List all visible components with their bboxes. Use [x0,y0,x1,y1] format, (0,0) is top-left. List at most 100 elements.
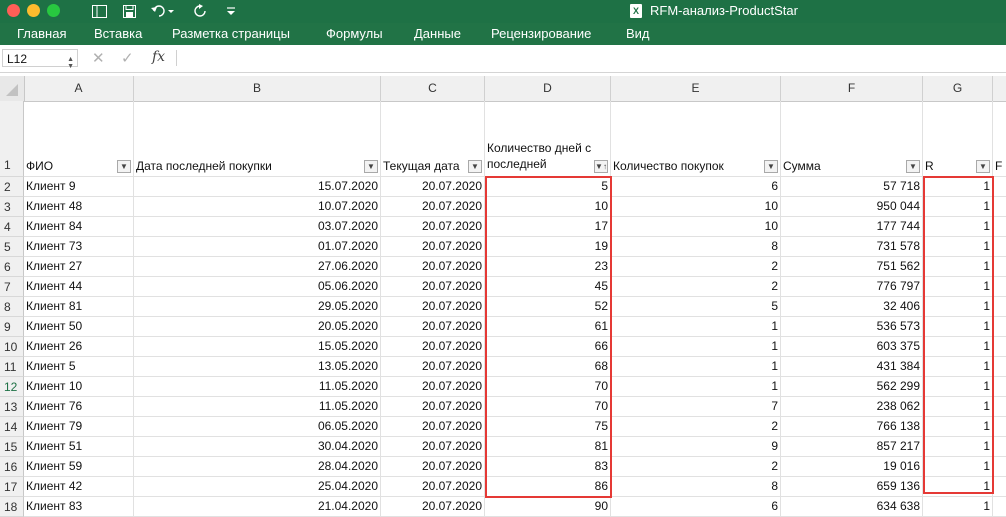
cell-last-purchase-date[interactable]: 21.04.2020 [134,497,381,517]
tab-insert[interactable]: Вставка [94,26,142,41]
column-header-g[interactable]: G [923,76,993,101]
cell-r[interactable]: 1 [923,477,993,497]
filter-dropdown-icon[interactable]: ▼ [364,160,378,173]
cell-sum[interactable]: 857 217 [781,437,923,457]
cell-f[interactable] [993,317,1006,337]
cell-fio[interactable]: Клиент 10 [24,377,134,397]
cell-fio[interactable]: Клиент 79 [24,417,134,437]
cell-f[interactable] [993,257,1006,277]
cell-f[interactable] [993,217,1006,237]
filter-dropdown-icon[interactable]: ▼ [117,160,131,173]
cell-r[interactable]: 1 [923,397,993,417]
cell-r[interactable]: 1 [923,357,993,377]
filter-dropdown-icon[interactable]: ▼ [906,160,920,173]
cell-fio[interactable]: Клиент 83 [24,497,134,517]
cell-purchase-count[interactable]: 10 [611,217,781,237]
cell-last-purchase-date[interactable]: 11.05.2020 [134,377,381,397]
save-icon[interactable] [120,2,138,20]
cell-fio[interactable]: Клиент 48 [24,197,134,217]
row-header-9[interactable]: 9 [0,317,24,337]
header-cell-fio[interactable]: ФИО ▼ [24,101,134,177]
cell-current-date[interactable]: 20.07.2020 [381,397,485,417]
cell-sum[interactable]: 562 299 [781,377,923,397]
row-header-8[interactable]: 8 [0,297,24,317]
enter-icon[interactable]: ✓ [121,49,134,67]
cell-fio[interactable]: Клиент 9 [24,177,134,197]
sort-filter-icon[interactable]: ▼↑ [594,160,608,173]
cell-r[interactable]: 1 [923,277,993,297]
cell-days-since-purchase[interactable]: 5 [485,177,611,197]
cell-f[interactable] [993,297,1006,317]
cell-purchase-count[interactable]: 2 [611,457,781,477]
cell-last-purchase-date[interactable]: 11.05.2020 [134,397,381,417]
cell-r[interactable]: 1 [923,257,993,277]
cell-days-since-purchase[interactable]: 52 [485,297,611,317]
cell-fio[interactable]: Клиент 84 [24,217,134,237]
sidebar-icon[interactable] [90,2,108,20]
tab-review[interactable]: Рецензирование [491,26,591,41]
row-header-12[interactable]: 12 [0,377,24,397]
cell-sum[interactable]: 731 578 [781,237,923,257]
row-header-18[interactable]: 18 [0,497,24,517]
cell-days-since-purchase[interactable]: 66 [485,337,611,357]
cell-r[interactable]: 1 [923,297,993,317]
column-header-h[interactable] [993,76,1006,101]
cell-sum[interactable]: 634 638 [781,497,923,517]
cell-r[interactable]: 1 [923,437,993,457]
cell-last-purchase-date[interactable]: 01.07.2020 [134,237,381,257]
cell-purchase-count[interactable]: 1 [611,377,781,397]
cell-purchase-count[interactable]: 10 [611,197,781,217]
column-header-c[interactable]: C [381,76,485,101]
cell-days-since-purchase[interactable]: 10 [485,197,611,217]
cell-fio[interactable]: Клиент 51 [24,437,134,457]
cell-f[interactable] [993,497,1006,517]
column-header-d[interactable]: D [485,76,611,101]
close-window-button[interactable] [7,4,20,17]
name-box[interactable]: L12 ▲ ▼ [2,49,78,70]
redo-icon[interactable] [192,2,210,20]
cell-sum[interactable]: 536 573 [781,317,923,337]
header-cell-last-purchase-date[interactable]: Дата последней покупки ▼ [134,101,381,177]
header-cell-current-date[interactable]: Текущая дата ▼ [381,101,485,177]
cell-purchase-count[interactable]: 1 [611,317,781,337]
cell-last-purchase-date[interactable]: 20.05.2020 [134,317,381,337]
cell-sum[interactable]: 238 062 [781,397,923,417]
tab-page-layout[interactable]: Разметка страницы [172,26,290,41]
cell-fio[interactable]: Клиент 73 [24,237,134,257]
cell-last-purchase-date[interactable]: 06.05.2020 [134,417,381,437]
tab-data[interactable]: Данные [414,26,461,41]
cell-sum[interactable]: 603 375 [781,337,923,357]
cell-fio[interactable]: Клиент 81 [24,297,134,317]
customize-toolbar-icon[interactable] [224,2,238,20]
formula-input[interactable] [182,49,1002,67]
cell-f[interactable] [993,437,1006,457]
cell-purchase-count[interactable]: 9 [611,437,781,457]
filter-dropdown-icon[interactable]: ▼ [976,160,990,173]
cell-sum[interactable]: 751 562 [781,257,923,277]
row-header-3[interactable]: 3 [0,197,24,217]
cell-sum[interactable]: 659 136 [781,477,923,497]
column-header-a[interactable]: A [24,76,134,101]
cell-sum[interactable]: 776 797 [781,277,923,297]
cell-last-purchase-date[interactable]: 29.05.2020 [134,297,381,317]
cell-days-since-purchase[interactable]: 61 [485,317,611,337]
cell-fio[interactable]: Клиент 76 [24,397,134,417]
row-header-13[interactable]: 13 [0,397,24,417]
tab-home[interactable]: Главная [17,26,66,41]
cell-current-date[interactable]: 20.07.2020 [381,317,485,337]
header-cell-r[interactable]: R ▼ [923,101,993,177]
cell-r[interactable]: 1 [923,177,993,197]
cell-last-purchase-date[interactable]: 25.04.2020 [134,477,381,497]
cell-days-since-purchase[interactable]: 86 [485,477,611,497]
cell-r[interactable]: 1 [923,377,993,397]
cell-r[interactable]: 1 [923,337,993,357]
cell-current-date[interactable]: 20.07.2020 [381,277,485,297]
cell-purchase-count[interactable]: 5 [611,297,781,317]
tab-formulas[interactable]: Формулы [326,26,383,41]
cell-current-date[interactable]: 20.07.2020 [381,217,485,237]
cell-last-purchase-date[interactable]: 15.05.2020 [134,337,381,357]
row-header-17[interactable]: 17 [0,477,24,497]
cell-fio[interactable]: Клиент 44 [24,277,134,297]
cell-sum[interactable]: 177 744 [781,217,923,237]
select-all-button[interactable] [0,76,25,102]
